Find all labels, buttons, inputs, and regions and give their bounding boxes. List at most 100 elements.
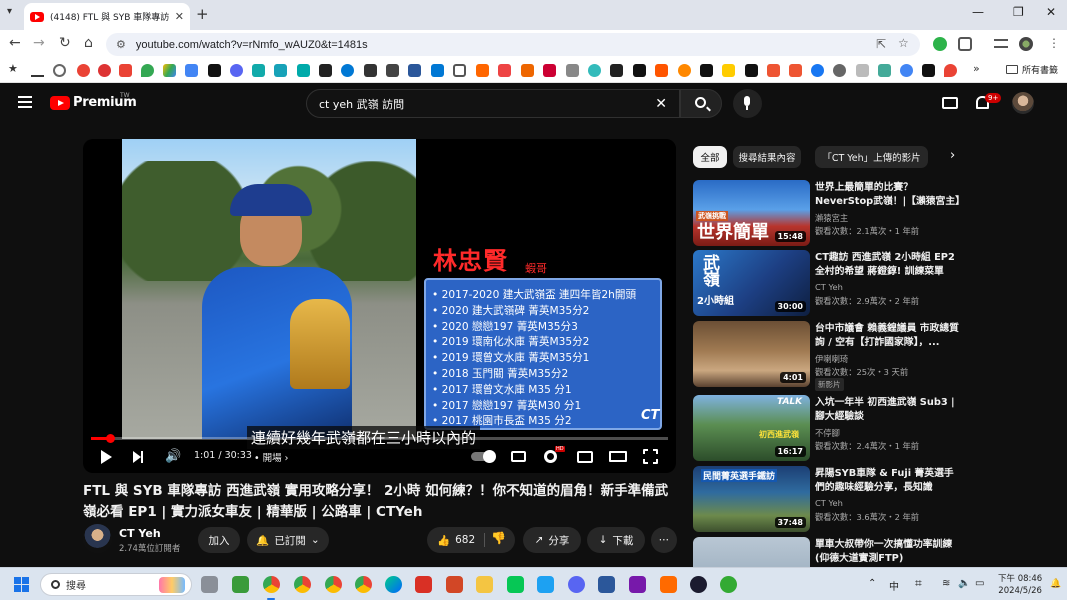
maps-bookmark-icon[interactable] bbox=[141, 64, 154, 77]
system-clock[interactable]: 下午 08:46 2024/5/26 bbox=[998, 573, 1042, 597]
recommended-thumbnail[interactable]: 4:01 bbox=[693, 321, 810, 387]
bookmark-21-icon[interactable] bbox=[722, 64, 735, 77]
notification-center-icon[interactable]: 🔔 bbox=[1050, 579, 1061, 589]
recommended-video[interactable]: 民間菁英選手鐵訪 37:48 昇陽SYB車隊 & Fuji 菁英選手們的趣味經驗… bbox=[693, 466, 968, 532]
bookmark-27-icon[interactable] bbox=[878, 64, 891, 77]
bookmark-11-icon[interactable] bbox=[498, 64, 511, 77]
bookmark-12-icon[interactable] bbox=[521, 64, 534, 77]
file-explorer-icon[interactable] bbox=[476, 576, 493, 593]
download-bookmark-icon[interactable] bbox=[31, 64, 44, 77]
taskbar-search-input[interactable]: 搜尋 bbox=[40, 573, 192, 596]
recommended-thumbnail[interactable]: TALK 初西進武嶺 16:17 bbox=[693, 395, 810, 461]
app-taskbar-icon[interactable] bbox=[660, 576, 677, 593]
reading-list-icon[interactable] bbox=[994, 39, 1008, 48]
browser-tab[interactable]: (4148) FTL 與 SYB 車隊專訪 西 ✕ bbox=[24, 3, 190, 30]
chrome-profile-4-icon[interactable] bbox=[355, 576, 372, 593]
ime-indicator[interactable]: 中 bbox=[889, 578, 899, 593]
bookmark-star-icon[interactable]: ☆ bbox=[898, 36, 909, 50]
bookmark-6-icon[interactable] bbox=[297, 64, 310, 77]
recommended-thumbnail[interactable]: 世界簡單 武嶺挑戰 15:48 bbox=[693, 180, 810, 246]
site-info-icon[interactable]: ⚙ bbox=[116, 38, 126, 51]
recommended-thumbnail[interactable]: 武嶺 2小時組 30:00 bbox=[693, 250, 810, 316]
share-button[interactable]: ↗ 分享 bbox=[523, 527, 581, 553]
more-bookmarks-icon[interactable]: » bbox=[973, 62, 986, 75]
wifi-icon[interactable]: ≋ bbox=[942, 578, 950, 589]
bookmark-20-icon[interactable] bbox=[700, 64, 713, 77]
volume-icon[interactable]: 🔊 bbox=[165, 449, 181, 464]
forward-icon[interactable]: → bbox=[33, 35, 45, 51]
search-input[interactable]: ct yeh 武嶺 訪問 ✕ bbox=[306, 89, 680, 118]
subtitles-icon[interactable] bbox=[511, 451, 526, 462]
pdf-taskbar-icon[interactable] bbox=[415, 576, 432, 593]
task-view-icon[interactable] bbox=[201, 576, 218, 593]
bookmark-10-icon[interactable] bbox=[476, 64, 489, 77]
tab-close-icon[interactable]: ✕ bbox=[175, 10, 184, 23]
recommended-video[interactable]: TALK 初西進武嶺 16:17 入坑一年半 初西進武嶺 Sub3 | 腳大經驗… bbox=[693, 395, 968, 461]
powerpoint-taskbar-icon[interactable] bbox=[446, 576, 463, 593]
bookmark-8-icon[interactable] bbox=[364, 64, 377, 77]
chrome-taskbar-icon[interactable] bbox=[263, 576, 280, 593]
bookmark-star-icon[interactable]: ★ bbox=[8, 62, 21, 75]
chip-channel-uploads[interactable]: 「CT Yeh」上傳的影片 bbox=[815, 146, 928, 168]
channel-avatar[interactable] bbox=[83, 524, 112, 553]
chrome-menu-icon[interactable]: ⋮ bbox=[1048, 36, 1060, 50]
chrome-profile-2-icon[interactable] bbox=[294, 576, 311, 593]
minimize-button[interactable]: — bbox=[972, 5, 984, 19]
bookmark-23-icon[interactable] bbox=[767, 64, 780, 77]
theater-mode-icon[interactable] bbox=[609, 451, 627, 462]
play-icon[interactable] bbox=[101, 450, 112, 464]
ime-mode-icon[interactable]: ⌗ bbox=[915, 576, 922, 591]
chip-all[interactable]: 全部 bbox=[693, 146, 727, 168]
autoplay-toggle[interactable] bbox=[471, 450, 496, 463]
miniplayer-icon[interactable] bbox=[577, 451, 593, 463]
history-bookmark-icon[interactable] bbox=[53, 64, 66, 77]
bookmark-29-icon[interactable] bbox=[944, 64, 957, 77]
app-taskbar-icon-2[interactable] bbox=[690, 576, 707, 593]
recommended-video[interactable]: 武嶺 2小時組 30:00 CT趣訪 西進武嶺 2小時組 EP2 全村的希望 蔣… bbox=[693, 250, 968, 316]
recommended-title[interactable]: 世界上最簡單的比賽？NeverStop武嶺！|【瀨猿宮主】 bbox=[815, 181, 963, 209]
folder-bookmark-icon[interactable] bbox=[453, 64, 466, 77]
recommended-video[interactable]: 單車大叔帶你一次搞懂功率訓練(仰德大道實測FTP) bbox=[693, 537, 968, 567]
maximize-button[interactable]: ❐ bbox=[1013, 5, 1024, 19]
voice-search-icon[interactable] bbox=[733, 89, 762, 118]
bookmark-13-icon[interactable] bbox=[543, 64, 556, 77]
battery-icon[interactable]: ▭ bbox=[975, 578, 984, 589]
minecraft-taskbar-icon[interactable] bbox=[232, 576, 249, 593]
progress-bar[interactable] bbox=[91, 434, 668, 443]
bookmark-15-icon[interactable] bbox=[588, 64, 601, 77]
speaker-icon[interactable]: 🔈 bbox=[958, 578, 970, 589]
bookmark-24-icon[interactable] bbox=[789, 64, 802, 77]
bookmark-17-icon[interactable] bbox=[633, 64, 646, 77]
next-video-icon[interactable] bbox=[133, 451, 143, 463]
bookmark-25-icon[interactable] bbox=[833, 64, 846, 77]
recommended-channel[interactable]: 不停腳 bbox=[815, 427, 840, 439]
x-bookmark-icon[interactable] bbox=[208, 64, 221, 77]
line-taskbar-icon[interactable] bbox=[507, 576, 524, 593]
bookmark-16-icon[interactable] bbox=[610, 64, 623, 77]
reload-icon[interactable]: ↻ bbox=[59, 35, 71, 51]
home-icon[interactable]: ⌂ bbox=[84, 35, 93, 51]
google-bookmark-icon[interactable] bbox=[900, 64, 913, 77]
profile-avatar-icon[interactable] bbox=[1019, 37, 1033, 51]
fullscreen-icon[interactable] bbox=[642, 448, 659, 465]
join-button[interactable]: 加入 bbox=[198, 527, 240, 553]
discord-taskbar-icon[interactable] bbox=[568, 576, 585, 593]
gmail-bookmark-icon[interactable] bbox=[119, 64, 132, 77]
channel-name[interactable]: CT Yeh bbox=[119, 527, 161, 540]
discord-bookmark-icon[interactable] bbox=[230, 64, 243, 77]
word-taskbar-icon[interactable] bbox=[598, 576, 615, 593]
onenote-taskbar-icon[interactable] bbox=[629, 576, 646, 593]
edge-taskbar-icon[interactable] bbox=[385, 576, 402, 593]
address-bar[interactable]: ⚙ youtube.com/watch?v=rNmfo_wAUZ0&t=1481… bbox=[106, 33, 920, 56]
all-bookmarks-folder[interactable]: 所有書籤 bbox=[1005, 63, 1058, 76]
recommended-video[interactable]: 世界簡單 武嶺挑戰 15:48 世界上最簡單的比賽？NeverStop武嶺！|【… bbox=[693, 180, 968, 246]
recommended-channel[interactable]: CT Yeh bbox=[815, 498, 843, 508]
close-window-button[interactable]: ✕ bbox=[1046, 5, 1056, 19]
account-avatar[interactable] bbox=[1012, 92, 1034, 114]
back-icon[interactable]: ← bbox=[9, 35, 21, 51]
recommended-title[interactable]: 昇陽SYB車隊 & Fuji 菁英選手們的趣味經驗分享，長知識了！... bbox=[815, 467, 963, 495]
progress-scrubber[interactable] bbox=[106, 434, 116, 443]
tab-search-icon[interactable]: ▾ bbox=[7, 6, 12, 17]
bookmark-28-icon[interactable] bbox=[922, 64, 935, 77]
bookmark-7-icon[interactable] bbox=[319, 64, 332, 77]
